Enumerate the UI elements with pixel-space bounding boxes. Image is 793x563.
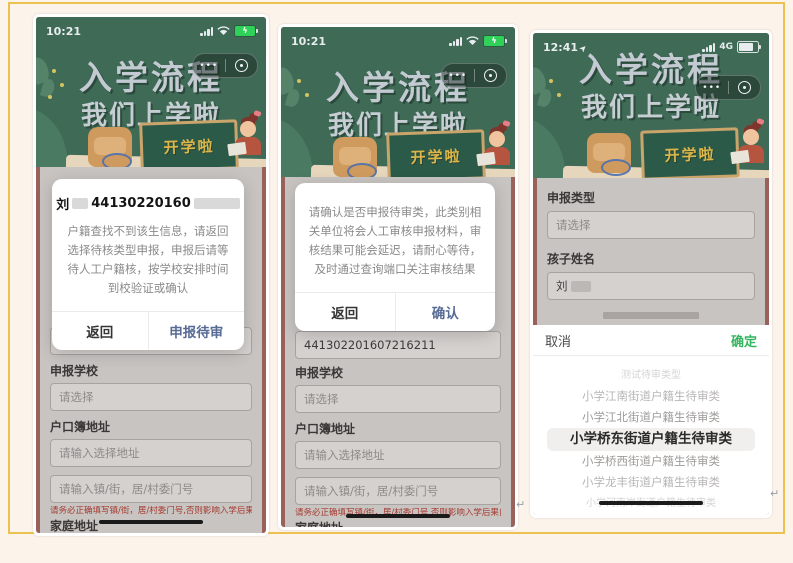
home-address-label: 家庭地址 [295,522,501,527]
miniprogram-capsule: ••• [695,75,761,100]
picker-wheel[interactable]: 测试待审类型 小学江南街道户籍生待审类 小学江北街道户籍生待审类 小学桥东街道户… [533,356,769,514]
miniprogram-capsule: ••• [192,53,258,78]
header-banner: 10:21 ϟ 入学流程 我们上学啦 ••• [281,27,515,177]
hukou-address-input[interactable]: 请输入选择地址 [50,439,252,467]
paragraph-mark: ↵ [770,487,779,500]
header-banner: 12:41➤ 4G 入学流程 我们上学啦 ••• 开学啦 [533,33,769,178]
status-bar: 10:21 ϟ [281,27,515,51]
picker-item[interactable]: 小学江南街道户籍生待审类 [533,386,769,407]
wifi-icon [466,36,479,46]
redacted-name [72,198,88,209]
declare-pending-button[interactable]: 申报待审 [149,312,245,350]
chalkboard-text: 开学啦 [163,135,215,158]
glasses-icon [601,159,631,176]
location-icon: ➤ [578,42,590,54]
paper-icon [227,142,246,156]
back-button[interactable]: 返回 [52,312,149,350]
street-number-input[interactable]: 请输入镇/街，居/村委门号 [50,475,252,503]
picker-item[interactable]: 测试待审类型 [533,365,769,386]
paper-icon [476,152,495,166]
exit-icon[interactable] [729,81,761,94]
paper-icon [730,150,749,164]
redacted-id [194,198,240,209]
school-label: 申报学校 [295,367,501,380]
hukou-address-label: 户口簿地址 [295,423,501,436]
dialog-message: 请确认是否申报待审类，此类别相关单位将会人工审核申报材料，审核结果可能会延迟，请… [308,183,482,279]
screenshot-phone-1: 10:21 ϟ 入学流程 我们上学啦 ••• [33,14,269,536]
glasses-icon [347,163,377,177]
type-select[interactable]: 请选择 [547,211,755,239]
dialog-message: 户籍查找不到该生信息，请返回选择待核类型申报，申报后请等待人工户籍核，按学校安排… [65,222,231,298]
home-indicator [599,501,703,505]
battery-icon [737,41,759,53]
confirm-button[interactable]: 确认 [396,293,496,331]
girl-illustration [743,129,759,145]
battery-charging-icon: ϟ [234,25,256,37]
picker-item-selected[interactable]: 小学桥东街道户籍生待审类 [547,428,755,451]
status-bar: 10:21 ϟ [36,17,266,41]
battery-charging-icon: ϟ [483,35,505,47]
chalkboard-text: 开学啦 [664,143,716,166]
network-type: 4G [719,42,733,52]
picker-item[interactable]: 小学龙丰街道户籍生待审类 [533,472,769,493]
home-indicator [99,520,203,524]
chalkboard-text: 开学啦 [410,145,462,168]
paragraph-mark: ↵ [516,498,525,511]
chalkboard-illustration: 开学啦 [386,129,486,177]
more-icon[interactable]: ••• [193,61,225,71]
glasses-icon [102,153,132,167]
hukou-not-found-dialog: 刘44130220160 户籍查找不到该生信息，请返回选择待核类型申报，申报后请… [52,179,244,350]
warning-text: 请务必正确填写镇/街，居/村委门号,否则影响入学后果自负 [50,506,252,516]
redacted-name [571,281,591,292]
confirm-button[interactable]: 确定 [731,331,757,350]
signal-icon [449,37,462,46]
girl-illustration [489,131,505,147]
child-name-label: 孩子姓名 [547,253,755,266]
chalkboard-illustration: 开学啦 [139,119,239,167]
screenshot-phone-3: 12:41➤ 4G 入学流程 我们上学啦 ••• 开学啦 [530,30,772,518]
cancel-button[interactable]: 取消 [545,331,571,350]
school-select[interactable]: 请选择 [295,385,501,413]
back-button[interactable]: 返回 [295,293,396,331]
signal-icon [702,43,715,52]
confirm-pending-dialog: 请确认是否申报待审类，此类别相关单位将会人工审核申报材料，审核结果可能会延迟，请… [295,183,495,331]
status-bar: 12:41➤ 4G [533,33,769,57]
girl-illustration [240,121,256,137]
picker-item[interactable]: 小学桥西街道户籍生待审类 [533,451,769,472]
hukou-address-label: 户口簿地址 [50,421,252,434]
screenshot-phone-2: 10:21 ϟ 入学流程 我们上学啦 ••• [278,24,518,530]
hukou-address-input[interactable]: 请输入选择地址 [295,441,501,469]
header-banner: 10:21 ϟ 入学流程 我们上学啦 ••• [36,17,266,167]
child-name-input[interactable]: 刘 [547,272,755,300]
type-label: 申报类型 [547,192,755,205]
chalkboard-illustration: 开学啦 [640,127,740,178]
more-icon[interactable]: ••• [696,83,728,93]
clipped-label [603,312,699,319]
street-number-input[interactable]: 请输入镇/街，居/村委门号 [295,477,501,505]
picker-header: 取消 确定 [533,325,769,356]
status-time: 10:21 [291,35,326,48]
home-indicator [346,514,450,518]
school-label: 申报学校 [50,365,252,378]
dialog-title: 刘44130220160 [52,179,244,213]
miniprogram-capsule: ••• [441,63,507,88]
picker-item[interactable]: 小学江北街道户籍生待审类 [533,407,769,428]
student-id-input[interactable]: 441302201607216211 [295,331,501,359]
school-select[interactable]: 请选择 [50,383,252,411]
exit-icon[interactable] [475,69,507,82]
signal-icon [200,27,213,36]
type-picker-sheet: 取消 确定 测试待审类型 小学江南街道户籍生待审类 小学江北街道户籍生待审类 小… [533,325,769,515]
status-time: 12:41➤ [543,41,588,54]
wifi-icon [217,26,230,36]
status-time: 10:21 [46,25,81,38]
more-icon[interactable]: ••• [442,71,474,81]
exit-icon[interactable] [226,59,258,72]
